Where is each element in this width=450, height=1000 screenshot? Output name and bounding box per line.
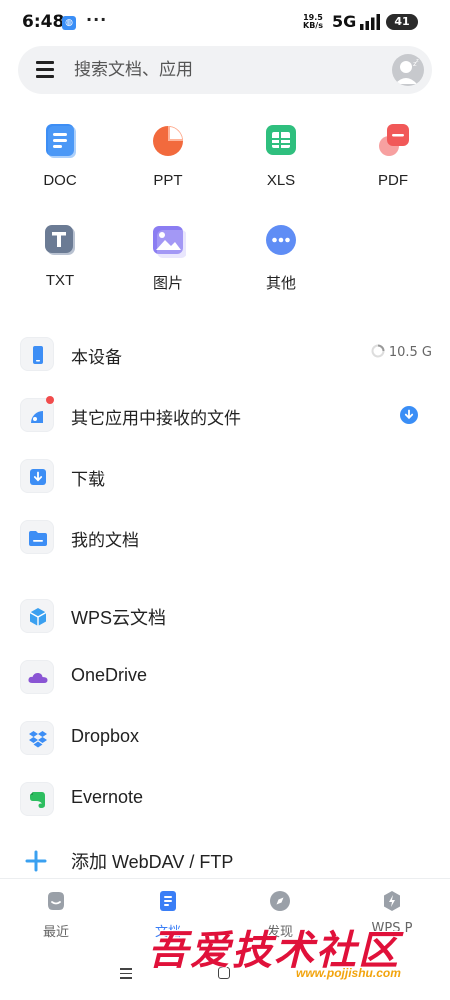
svg-text:z: z <box>416 58 419 64</box>
location-received-label: 其它应用中接收的文件 <box>71 409 241 429</box>
type-xls-label: XLS <box>266 172 296 189</box>
nav-wps-pro[interactable]: WPS P <box>352 889 432 936</box>
storage-indicator: 10.5 G <box>371 344 432 360</box>
signal-icon <box>360 14 380 30</box>
search-input[interactable] <box>74 58 374 82</box>
location-received[interactable]: 其它应用中接收的文件 <box>0 385 450 445</box>
cloud-wps-label: WPS云文档 <box>71 608 167 628</box>
recent-icon <box>48 892 64 910</box>
document-icon <box>160 891 176 911</box>
nav-discover[interactable]: 发现 <box>240 889 320 940</box>
location-my-docs-label: 我的文档 <box>71 531 139 551</box>
location-download-label: 下载 <box>71 470 105 490</box>
app-notification-icon: ◍ <box>62 16 76 30</box>
txt-icon <box>45 225 75 255</box>
type-other-label: 其他 <box>265 275 296 292</box>
search-bar[interactable]: z z <box>18 46 432 94</box>
type-image[interactable]: 图片 <box>128 222 208 293</box>
more-icon <box>266 225 296 255</box>
location-device[interactable]: 本设备 10.5 G <box>0 324 450 384</box>
storage-ring-icon <box>371 344 385 358</box>
phone-icon <box>20 337 54 371</box>
storage-size: 10.5 G <box>388 345 432 360</box>
ppt-icon <box>153 126 183 156</box>
location-my-docs[interactable]: 我的文档 <box>0 507 450 567</box>
cloud-evernote-label: Evernote <box>71 787 144 807</box>
network-type: 5G <box>332 12 357 31</box>
status-time: 6:48 <box>22 12 65 32</box>
pdf-icon <box>379 124 409 156</box>
cloud-dropbox[interactable]: Dropbox <box>0 708 450 768</box>
nav-recent[interactable]: 最近 <box>16 889 96 940</box>
onedrive-icon <box>20 660 54 694</box>
location-device-label: 本设备 <box>71 348 122 368</box>
avatar[interactable]: z z <box>392 54 424 86</box>
nav-discover-label: 发现 <box>266 925 293 940</box>
type-txt[interactable]: TXT <box>20 222 100 289</box>
cloud-onedrive-label: OneDrive <box>71 665 148 685</box>
type-doc-label: DOC <box>43 172 77 189</box>
recent-apps-icon[interactable] <box>120 968 132 982</box>
cloud-evernote[interactable]: Evernote <box>0 769 450 829</box>
battery-indicator: 41 <box>386 14 418 30</box>
type-ppt[interactable]: PPT <box>128 122 208 189</box>
download-badge-icon[interactable] <box>400 406 418 424</box>
new-badge <box>46 396 54 404</box>
cloud-onedrive[interactable]: OneDrive <box>0 647 450 707</box>
type-xls[interactable]: XLS <box>241 122 321 189</box>
type-image-label: 图片 <box>152 275 183 292</box>
user-avatar-icon: z z <box>395 58 419 84</box>
nav-documents-label: 文档 <box>154 925 181 940</box>
image-icon <box>153 226 187 258</box>
location-download[interactable]: 下载 <box>0 446 450 506</box>
wps-cloud-icon <box>20 599 54 633</box>
bolt-icon <box>384 891 400 911</box>
cloud-dropbox-label: Dropbox <box>71 726 140 746</box>
network-speed: 19.5 KB/s <box>303 14 323 30</box>
speed-unit: KB/s <box>303 21 323 30</box>
cloud-wps[interactable]: WPS云文档 <box>0 586 450 646</box>
home-icon[interactable] <box>218 967 230 979</box>
download-icon <box>20 459 54 493</box>
type-txt-label: TXT <box>45 272 75 289</box>
type-doc[interactable]: DOC <box>20 122 100 189</box>
dropbox-icon <box>20 721 54 755</box>
evernote-icon <box>20 782 54 816</box>
type-pdf[interactable]: PDF <box>353 122 433 189</box>
menu-icon[interactable] <box>36 61 54 79</box>
add-icon <box>25 850 47 872</box>
type-pdf-label: PDF <box>378 172 408 189</box>
nav-recent-label: 最近 <box>42 925 69 940</box>
status-bar: 6:48 ◍ ··· 19.5 KB/s 5G 41 <box>0 0 450 44</box>
nav-documents[interactable]: 文档 <box>128 889 208 940</box>
doc-icon <box>46 124 76 158</box>
system-nav-bar <box>0 948 450 1000</box>
folder-icon <box>20 520 54 554</box>
add-webdav-ftp-label: 添加 WebDAV / FTP <box>71 852 234 872</box>
compass-icon <box>270 891 290 911</box>
bottom-nav: 最近 文档 发现 WPS P <box>0 878 450 948</box>
type-other[interactable]: 其他 <box>241 222 321 293</box>
type-ppt-label: PPT <box>153 172 183 189</box>
nav-wps-pro-label: WPS P <box>371 921 413 936</box>
xls-icon <box>266 125 296 155</box>
more-notifications-icon: ··· <box>86 10 108 29</box>
